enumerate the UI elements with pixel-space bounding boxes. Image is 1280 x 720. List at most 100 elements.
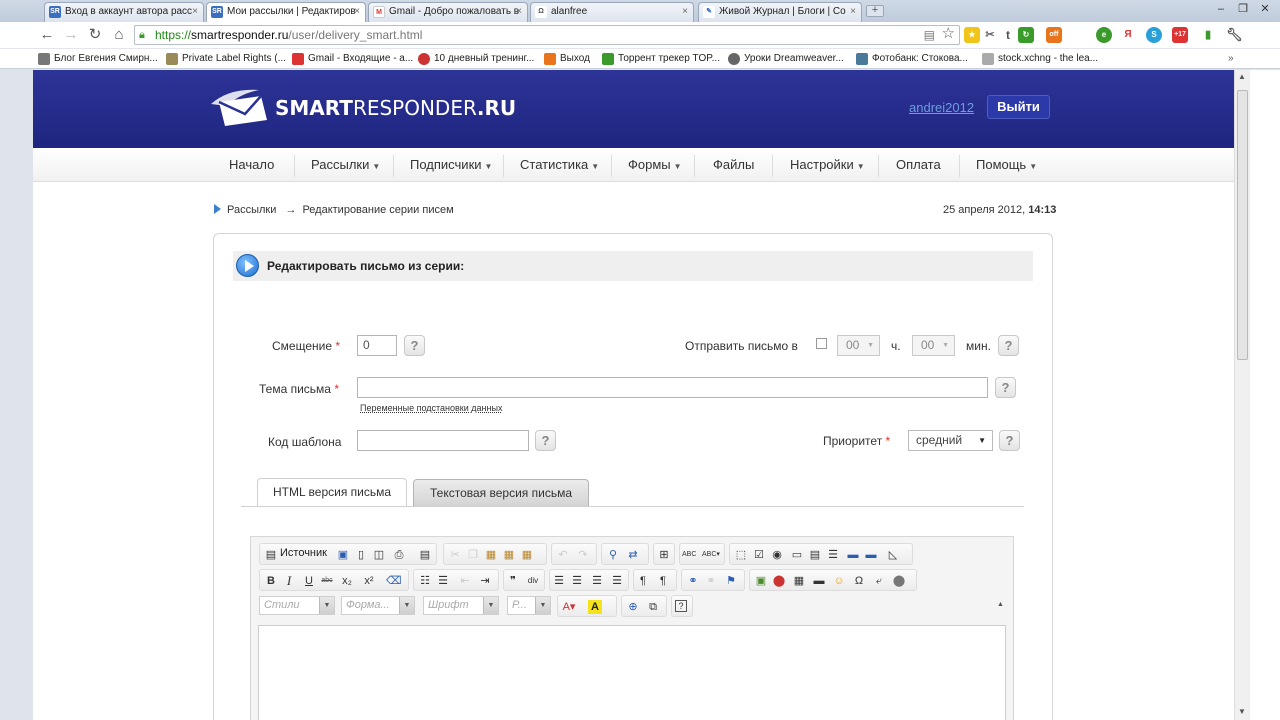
bookmark-item[interactable]: 10 дневный тренинг...: [418, 52, 534, 66]
offset-input[interactable]: 0: [357, 335, 397, 356]
extension-icon[interactable]: S: [1146, 27, 1162, 43]
about-icon[interactable]: ?: [675, 600, 687, 612]
template-code-input[interactable]: [357, 430, 529, 451]
restore-icon[interactable]: ❐: [1232, 1, 1254, 17]
close-tab-icon[interactable]: ×: [850, 3, 856, 21]
page-icon[interactable]: ▤: [924, 26, 935, 44]
extension-icon[interactable]: t: [1000, 27, 1016, 43]
checkbox-icon[interactable]: ☑: [752, 548, 766, 562]
nav-item-statistics[interactable]: Статистика ▼: [520, 148, 599, 182]
anchor-icon[interactable]: ⚑: [724, 574, 738, 588]
iframe-icon[interactable]: ⬤: [892, 574, 906, 588]
redo-icon[interactable]: ↷: [576, 548, 590, 562]
button-field-icon[interactable]: ▬: [846, 548, 860, 562]
paste-icon[interactable]: ▦: [484, 548, 498, 562]
select-all-icon[interactable]: ⊞: [657, 548, 671, 562]
align-justify-icon[interactable]: ☰: [610, 574, 624, 588]
minimize-icon[interactable]: –: [1210, 1, 1232, 17]
scrollbar-thumb[interactable]: [1237, 90, 1248, 360]
editor-content-area[interactable]: [258, 625, 1006, 720]
close-tab-icon[interactable]: ×: [682, 3, 688, 21]
tab-html-version[interactable]: HTML версия письма: [257, 478, 407, 507]
save-icon[interactable]: ▣: [336, 548, 350, 562]
help-icon[interactable]: ?: [404, 335, 425, 356]
nav-item-forms[interactable]: Формы ▼: [628, 148, 682, 182]
close-tab-icon[interactable]: ×: [516, 3, 522, 21]
hidden-field-icon[interactable]: ◺: [886, 548, 900, 562]
replace-icon[interactable]: ⇄: [626, 548, 640, 562]
bookmark-item[interactable]: Фотобанк: Стокова...: [856, 52, 968, 66]
window-close-icon[interactable]: ✕: [1254, 1, 1276, 17]
rtl-icon[interactable]: ¶: [656, 574, 670, 588]
align-right-icon[interactable]: ☰: [590, 574, 604, 588]
extension-icon[interactable]: off: [1046, 27, 1062, 43]
source-icon[interactable]: ▤: [264, 548, 278, 562]
numbered-list-icon[interactable]: ☷: [418, 574, 432, 588]
underline-icon[interactable]: U: [302, 574, 316, 588]
collapse-toolbar-icon[interactable]: ▲: [997, 601, 1004, 608]
tab-text-version[interactable]: Текстовая версия письма: [413, 479, 589, 507]
print-icon[interactable]: ⎙: [392, 548, 406, 562]
ltr-icon[interactable]: ¶: [636, 574, 650, 588]
horizontal-rule-icon[interactable]: ▬: [812, 574, 826, 588]
help-icon[interactable]: ?: [998, 335, 1019, 356]
browser-tab[interactable]: SR Вход в аккаунт автора расс ×: [44, 2, 204, 22]
radio-icon[interactable]: ◉: [770, 548, 784, 562]
bookmark-star-icon[interactable]: ☆: [942, 25, 955, 43]
address-bar[interactable]: 🔒︎ https://smartresponder.ru/user/delive…: [134, 25, 960, 45]
new-tab-button[interactable]: +: [866, 5, 884, 17]
extension-icon[interactable]: ✂: [982, 27, 998, 43]
browser-tab[interactable]: Ω alanfree ×: [530, 2, 694, 22]
styles-combo[interactable]: Стили ▼: [259, 596, 335, 615]
nav-item-settings[interactable]: Настройки ▼: [790, 148, 865, 182]
undo-icon[interactable]: ↶: [556, 548, 570, 562]
spellcheck-options-icon[interactable]: ABC▾: [702, 548, 720, 562]
remove-format-icon[interactable]: ⌫: [386, 574, 402, 588]
nav-item-files[interactable]: Файлы: [713, 148, 754, 182]
blockquote-icon[interactable]: ❞: [506, 574, 520, 588]
subject-input[interactable]: [357, 377, 988, 398]
background-color-icon[interactable]: A: [588, 600, 602, 614]
paste-text-icon[interactable]: ▦: [502, 548, 516, 562]
image-button-icon[interactable]: ▬: [864, 548, 878, 562]
special-char-icon[interactable]: Ω: [852, 574, 866, 588]
text-field-icon[interactable]: ▭: [790, 548, 804, 562]
source-button[interactable]: Источник: [280, 547, 327, 559]
cut-icon[interactable]: ✂: [448, 548, 462, 562]
nav-item-home[interactable]: Начало: [229, 148, 274, 182]
help-icon[interactable]: ?: [535, 430, 556, 451]
flash-icon[interactable]: ⬤: [772, 574, 786, 588]
close-tab-icon[interactable]: ×: [192, 3, 198, 21]
indent-icon[interactable]: ⇥: [478, 574, 492, 588]
signal-icon[interactable]: ▮: [1200, 27, 1216, 43]
paste-word-icon[interactable]: ▦: [520, 548, 534, 562]
copy-icon[interactable]: ❐: [466, 548, 480, 562]
new-page-icon[interactable]: ▯: [354, 548, 368, 562]
bold-icon[interactable]: B: [264, 574, 278, 588]
extension-icon[interactable]: ↻: [1018, 27, 1034, 43]
bookmark-item[interactable]: Gmail - Входящие - a...: [292, 52, 413, 66]
outdent-icon[interactable]: ⇤: [458, 574, 472, 588]
extension-icon[interactable]: Я: [1120, 27, 1136, 43]
nav-item-help[interactable]: Помощь ▼: [976, 148, 1037, 182]
strikethrough-icon[interactable]: abc: [320, 574, 334, 588]
size-combo[interactable]: Р... ▼: [507, 596, 551, 615]
spellcheck-icon[interactable]: ABC: [682, 548, 696, 562]
italic-icon[interactable]: I: [282, 574, 296, 588]
align-left-icon[interactable]: ☰: [552, 574, 566, 588]
unlink-icon[interactable]: ⚭: [704, 574, 718, 588]
help-icon[interactable]: ?: [995, 377, 1016, 398]
reload-icon[interactable]: ↻: [86, 26, 104, 44]
variables-hint-link[interactable]: Переменные подстановки данных: [360, 403, 502, 413]
scroll-down-icon[interactable]: ▼: [1238, 707, 1246, 716]
extension-icon[interactable]: ★: [964, 27, 980, 43]
wrench-icon[interactable]: 🔧︎: [1226, 27, 1243, 43]
select-field-icon[interactable]: ☰: [826, 548, 840, 562]
link-icon[interactable]: ⚭: [686, 574, 700, 588]
bookmark-item[interactable]: stock.xchng - the lea...: [982, 52, 1098, 66]
help-icon[interactable]: ?: [999, 430, 1020, 451]
div-container-icon[interactable]: div: [526, 574, 540, 588]
maximize-icon[interactable]: ⊕: [626, 600, 640, 614]
username-link[interactable]: andrei2012: [909, 100, 974, 115]
format-combo[interactable]: Форма... ▼: [341, 596, 415, 615]
